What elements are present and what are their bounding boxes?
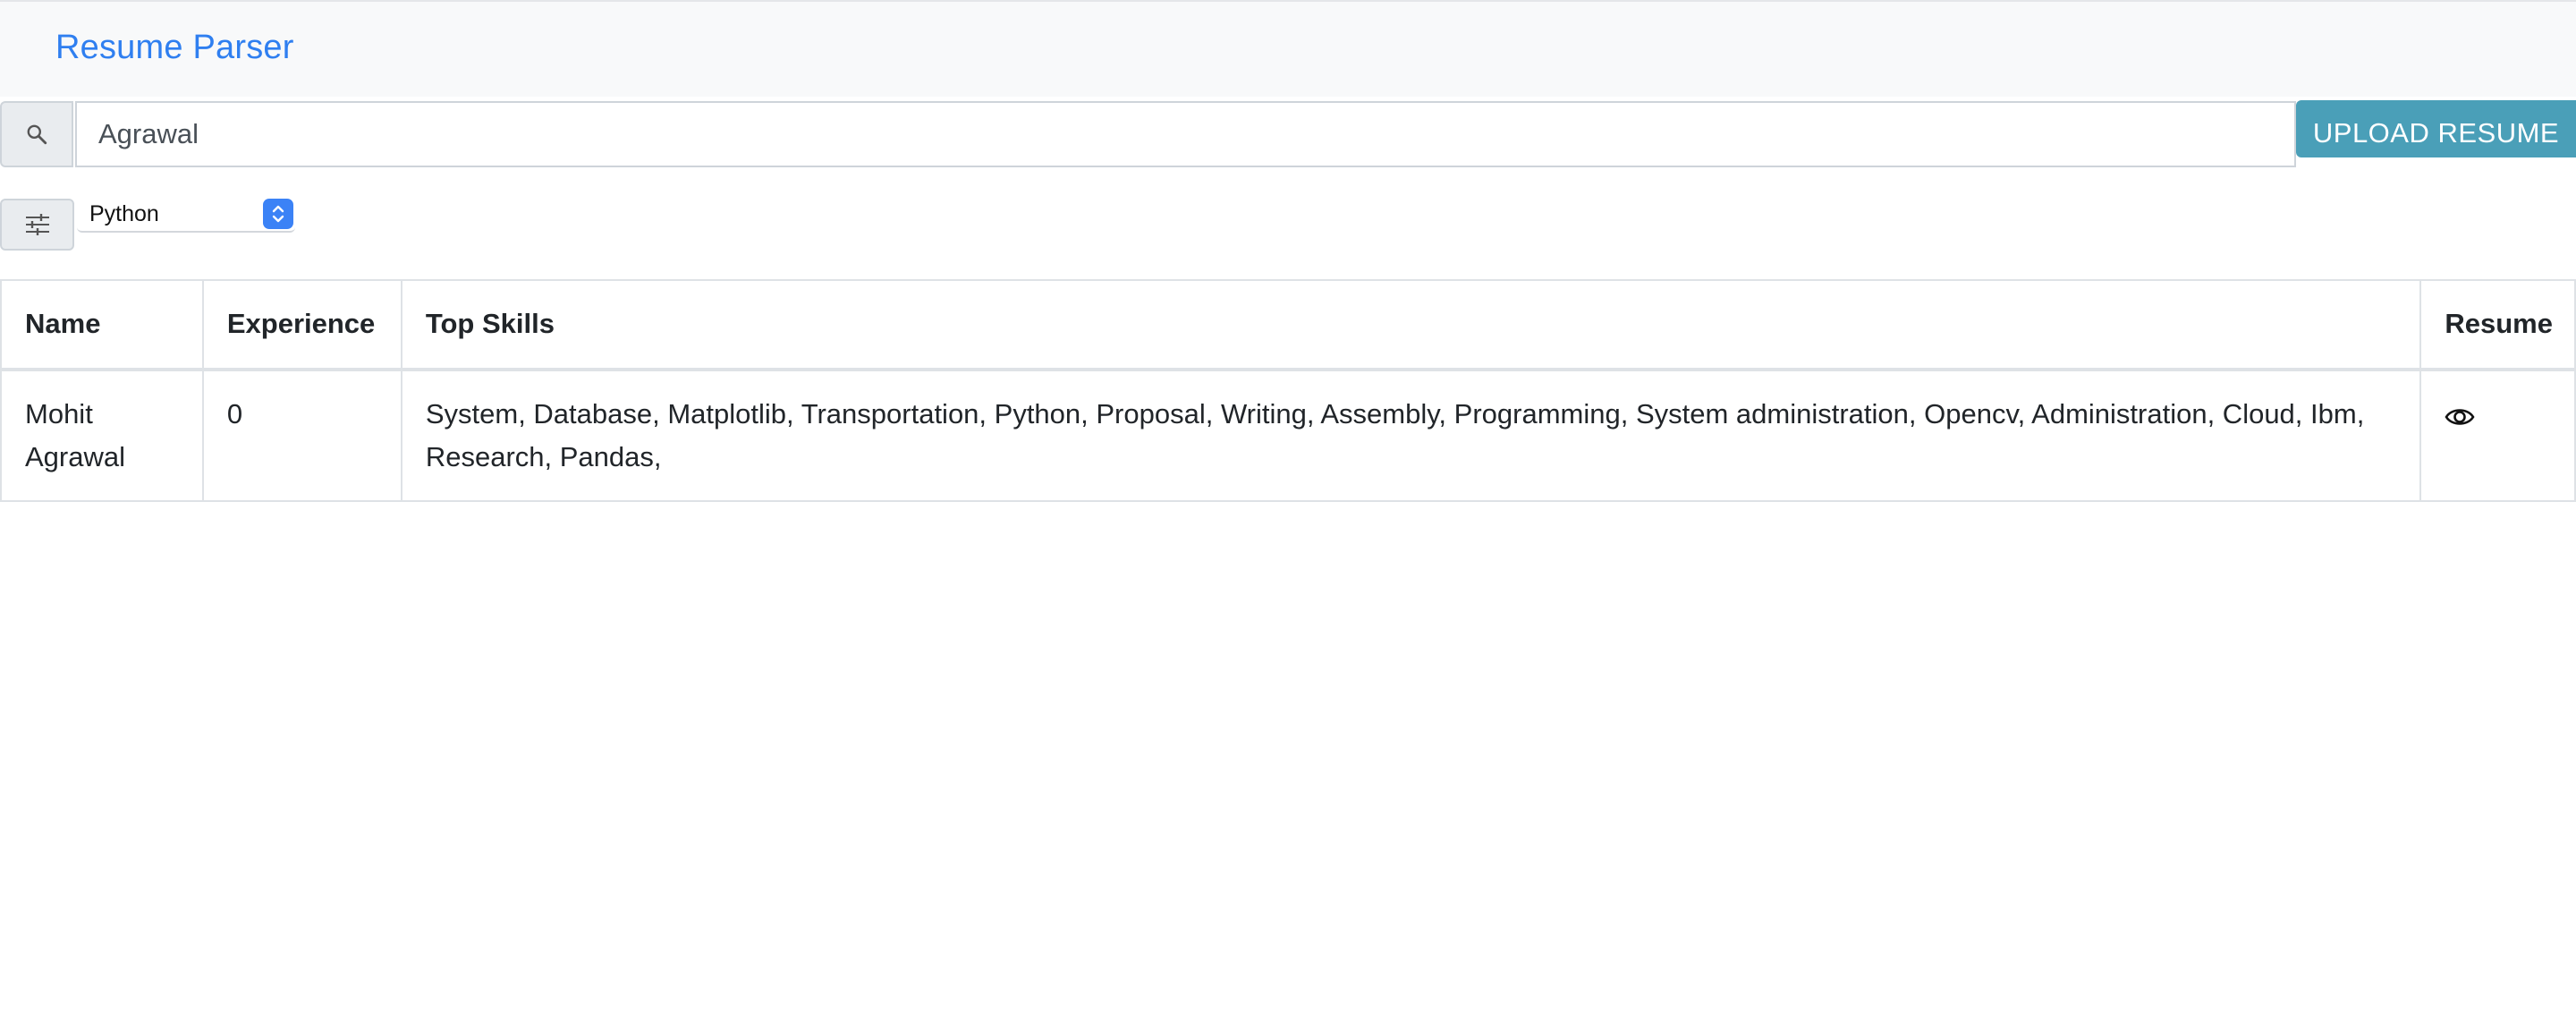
cell-name: Mohit Agrawal	[0, 369, 204, 502]
header-experience: Experience	[201, 279, 402, 371]
eye-icon[interactable]	[2445, 398, 2475, 441]
table-header-row: Name Experience Top Skills Resume	[0, 279, 2576, 371]
header-name: Name	[0, 279, 204, 371]
cell-top-skills: System, Database, Matplotlib, Transporta…	[400, 369, 2422, 502]
cell-resume	[2419, 369, 2576, 502]
navbar: Resume Parser	[0, 0, 2576, 97]
filter-button[interactable]	[0, 199, 74, 251]
cell-experience: 0	[201, 369, 402, 502]
search-icon	[27, 124, 47, 145]
results-table: Name Experience Top Skills Resume Mohit …	[0, 279, 2576, 502]
sliders-icon	[25, 214, 49, 235]
search-input[interactable]	[75, 101, 2296, 167]
upload-resume-button[interactable]: UPLOAD RESUME	[2296, 100, 2576, 157]
table-row: Mohit Agrawal 0 System, Database, Matplo…	[0, 369, 2576, 502]
skill-filter-select[interactable]: Python	[77, 197, 295, 233]
select-arrows-icon	[263, 199, 293, 229]
header-top-skills: Top Skills	[400, 279, 2422, 371]
brand-title[interactable]: Resume Parser	[55, 29, 294, 67]
search-button[interactable]	[0, 101, 73, 167]
header-resume: Resume	[2419, 279, 2576, 371]
skill-filter-value: Python	[89, 200, 159, 226]
